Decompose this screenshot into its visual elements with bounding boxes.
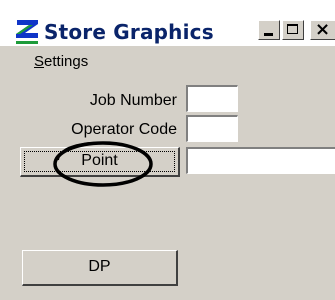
menu-bar: Settings: [0, 50, 335, 74]
dp-button[interactable]: DP: [22, 250, 178, 286]
minimize-button[interactable]: [258, 20, 280, 40]
menu-settings[interactable]: Settings: [34, 53, 88, 70]
maximize-icon: [287, 24, 298, 34]
focus-rectangle: [24, 151, 175, 172]
operator-code-label: Operator Code: [71, 121, 177, 138]
minimize-icon: [264, 33, 273, 36]
operator-code-field[interactable]: [186, 115, 238, 142]
maximize-button[interactable]: [282, 20, 304, 40]
job-number-label: Job Number: [89, 92, 177, 109]
menu-settings-rest: ettings: [44, 53, 89, 70]
point-field[interactable]: [186, 147, 335, 174]
menu-settings-mnemonic: S: [34, 53, 45, 70]
close-icon: ×: [315, 19, 331, 40]
point-button[interactable]: Point: [20, 147, 180, 177]
dp-button-label: DP: [88, 258, 111, 275]
s-logo-icon: [16, 20, 38, 44]
job-number-field[interactable]: [186, 85, 238, 112]
window-title: Store Graphics: [44, 20, 214, 44]
store-graphics-window: Store Graphics × Settings Job Number Ope…: [0, 0, 335, 300]
close-button[interactable]: ×: [310, 20, 335, 40]
title-bar[interactable]: Store Graphics ×: [0, 0, 335, 46]
